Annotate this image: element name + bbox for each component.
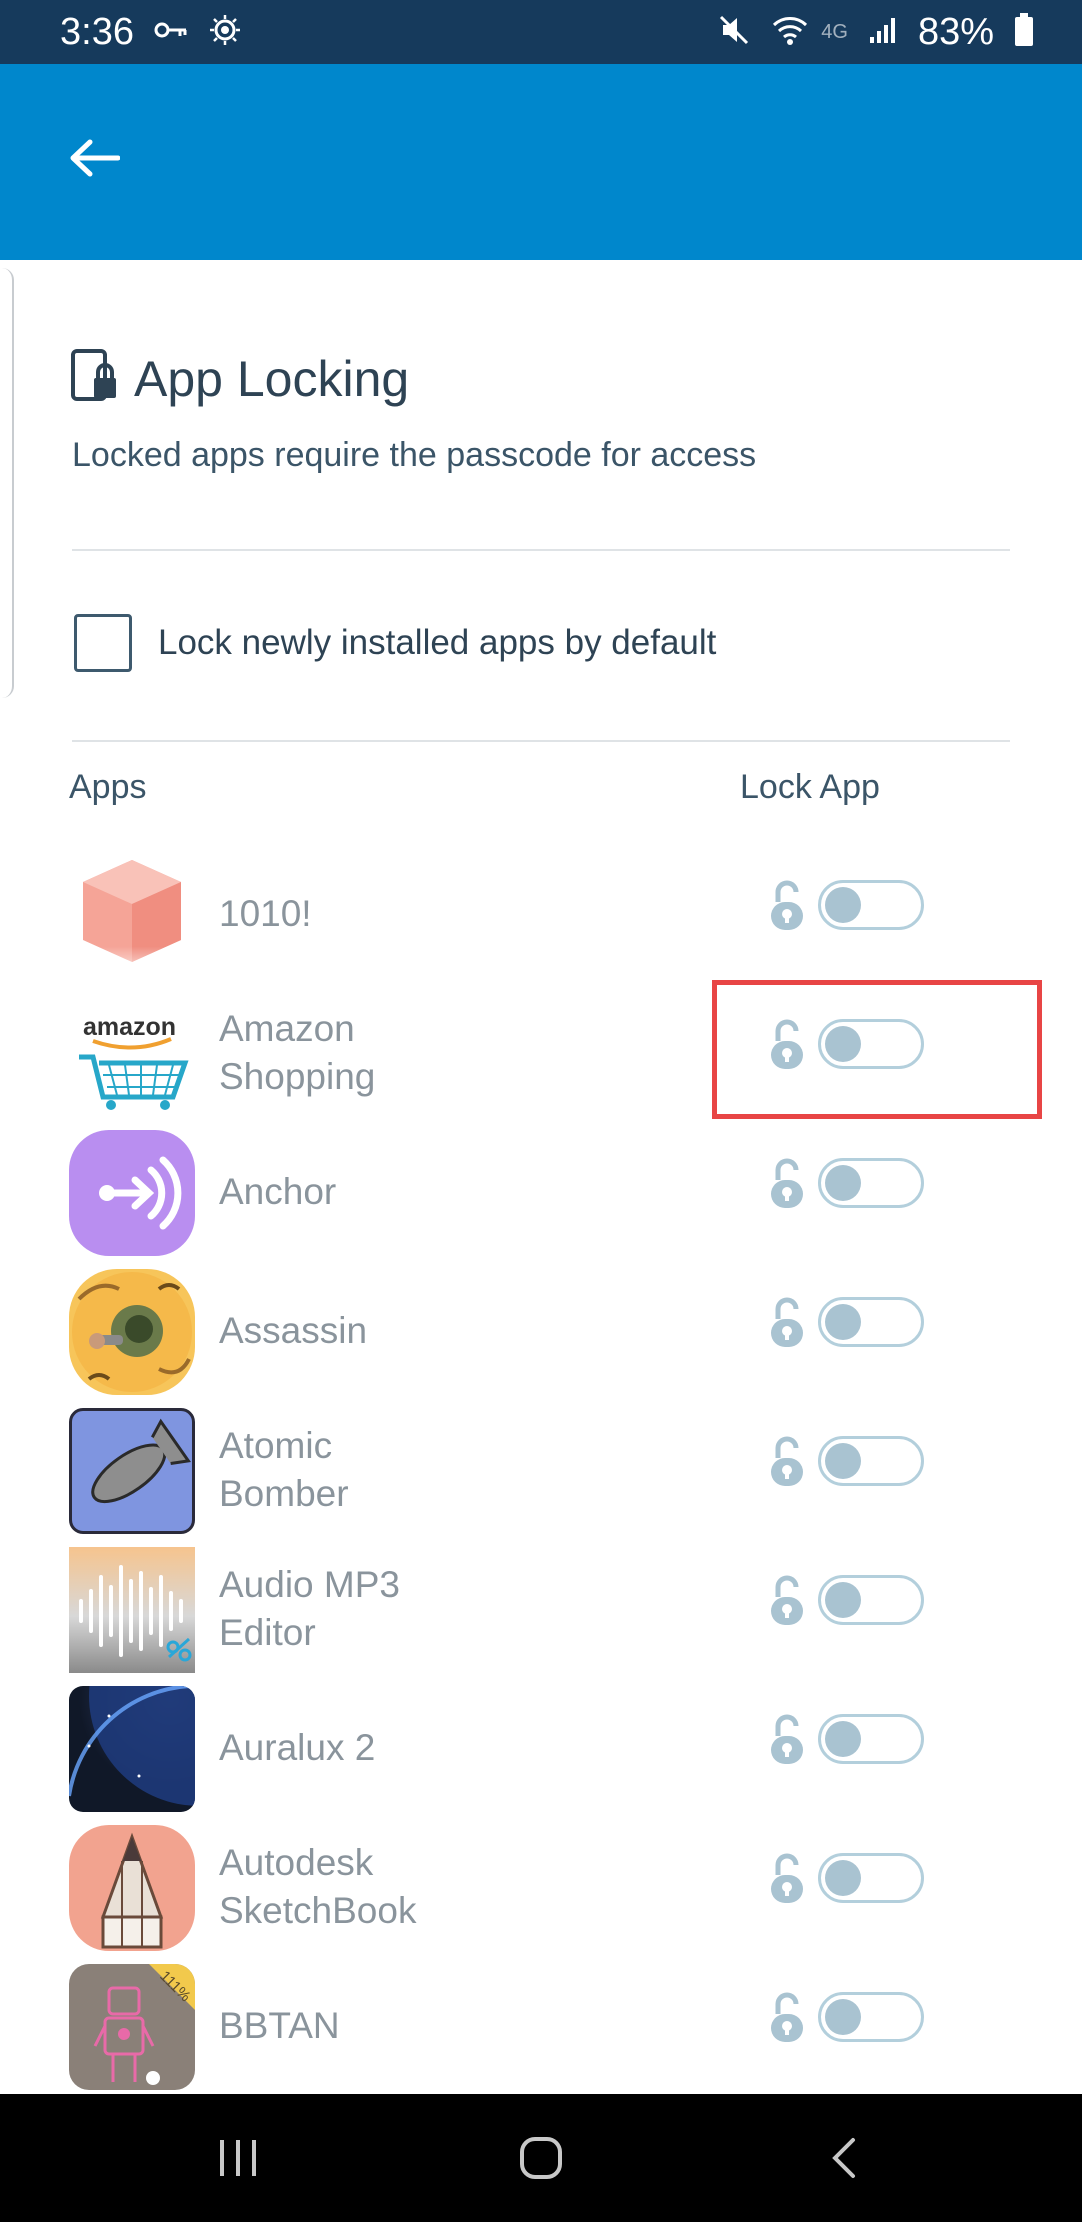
bbtan-robot-icon: 111%: [69, 1964, 195, 2090]
unlock-icon: [768, 1853, 806, 1905]
anchor-podcast-icon: [69, 1130, 195, 1256]
app-name: Anchor: [219, 1170, 337, 1212]
toggle-knob: [825, 1582, 861, 1618]
pencil-icon: [69, 1825, 195, 1951]
unlock-icon: [768, 1992, 806, 2044]
bomb-icon: [69, 1408, 195, 1534]
toggle-knob: [825, 1721, 861, 1757]
amazon-cart-icon: amazon: [69, 991, 195, 1117]
toggle-knob: [825, 1026, 861, 1062]
app-row-audio-mp3-editor: Audio MP3 Editor: [0, 1539, 1082, 1678]
lock-new-apps-option[interactable]: Lock newly installed apps by default: [74, 614, 716, 672]
unlock-icon: [768, 880, 806, 932]
app-row-amazon-shopping: amazon Amazon Shopping: [0, 983, 1082, 1122]
cube-icon: [69, 852, 195, 978]
wifi-icon: [771, 13, 809, 52]
toggle-knob: [825, 887, 861, 923]
app-name: Autodesk SketchBook: [219, 1841, 417, 1931]
network-type: 4G: [821, 20, 848, 43]
lock-new-apps-checkbox[interactable]: [74, 614, 132, 672]
signal-icon: [868, 15, 898, 50]
divider: [72, 740, 1010, 742]
app-bar: [0, 64, 1082, 260]
unlock-icon: [768, 1575, 806, 1627]
app-row-anchor: Anchor: [0, 1122, 1082, 1261]
status-left: 3:36: [60, 11, 242, 54]
app-row-autodesk-sketchbook: Autodesk SketchBook: [0, 1817, 1082, 1956]
arrow-left-icon: [68, 138, 121, 183]
toggle-knob: [825, 1165, 861, 1201]
app-name: 1010!: [219, 892, 312, 934]
unlock-icon: [768, 1714, 806, 1766]
recent-apps-icon: [220, 2140, 256, 2176]
battery-icon: [1014, 12, 1034, 52]
audio-waveform-icon: [69, 1547, 195, 1673]
home-button[interactable]: [501, 2128, 581, 2188]
apps-column-header: Apps: [69, 768, 147, 806]
lock-new-apps-label: Lock newly installed apps by default: [158, 623, 717, 662]
nav-back-button[interactable]: [804, 2128, 884, 2188]
battery-percent: 83%: [917, 10, 994, 53]
assassin-game-icon: [69, 1269, 195, 1395]
status-right: 4G 83%: [717, 11, 1034, 54]
lock-toggle[interactable]: [818, 1019, 924, 1069]
app-list: 1010! amazon Amazon Shopping Anchor Assa…: [0, 844, 1082, 2095]
status-bar: 3:36 4G 83%: [0, 0, 1082, 64]
lock-toggle[interactable]: [818, 880, 924, 930]
toggle-knob: [825, 1443, 861, 1479]
home-icon: [520, 2137, 562, 2179]
app-name: BBTAN: [219, 2004, 340, 2046]
drawer-edge: [0, 268, 14, 698]
app-name: Amazon Shopping: [219, 1007, 376, 1097]
lock-toggle[interactable]: [818, 1853, 924, 1903]
app-row-bbtan: 111% BBTAN: [0, 1956, 1082, 2095]
unlock-icon: [768, 1019, 806, 1071]
page-subtitle: Locked apps require the passcode for acc…: [72, 436, 757, 474]
lock-toggle[interactable]: [818, 1436, 924, 1486]
chevron-left-icon: [832, 2138, 855, 2178]
app-row-1010: 1010!: [0, 844, 1082, 983]
status-time: 3:36: [60, 10, 134, 53]
recent-apps-button[interactable]: [198, 2128, 278, 2188]
app-name: Auralux 2: [219, 1726, 376, 1768]
eye-icon: [208, 13, 242, 52]
lock-app-column-header: Lock App: [740, 768, 880, 806]
divider: [72, 549, 1010, 551]
app-name: Audio MP3 Editor: [219, 1563, 400, 1653]
unlock-icon: [768, 1158, 806, 1210]
key-icon: [154, 20, 188, 45]
mute-icon: [717, 13, 751, 52]
lock-toggle[interactable]: [818, 1297, 924, 1347]
lock-toggle[interactable]: [818, 1575, 924, 1625]
app-name: Assassin: [219, 1309, 368, 1351]
navigation-bar: [0, 2094, 1082, 2222]
toggle-knob: [825, 1999, 861, 2035]
unlock-icon: [768, 1297, 806, 1349]
page-title: App Locking: [134, 350, 410, 407]
app-row-atomic-bomber: Atomic Bomber: [0, 1400, 1082, 1539]
toggle-knob: [825, 1304, 861, 1340]
section-header: App Locking: [70, 348, 409, 409]
app-row-auralux-2: Auralux 2: [0, 1678, 1082, 1817]
app-row-assassin: Assassin: [0, 1261, 1082, 1400]
planet-icon: [69, 1686, 195, 1812]
lock-toggle[interactable]: [818, 1158, 924, 1208]
back-button[interactable]: [56, 122, 132, 198]
lock-toggle[interactable]: [818, 1992, 924, 2042]
lock-toggle[interactable]: [818, 1714, 924, 1764]
app-name: Atomic Bomber: [219, 1424, 349, 1514]
toggle-knob: [825, 1860, 861, 1896]
phone-lock-icon: [70, 348, 120, 409]
unlock-icon: [768, 1436, 806, 1488]
